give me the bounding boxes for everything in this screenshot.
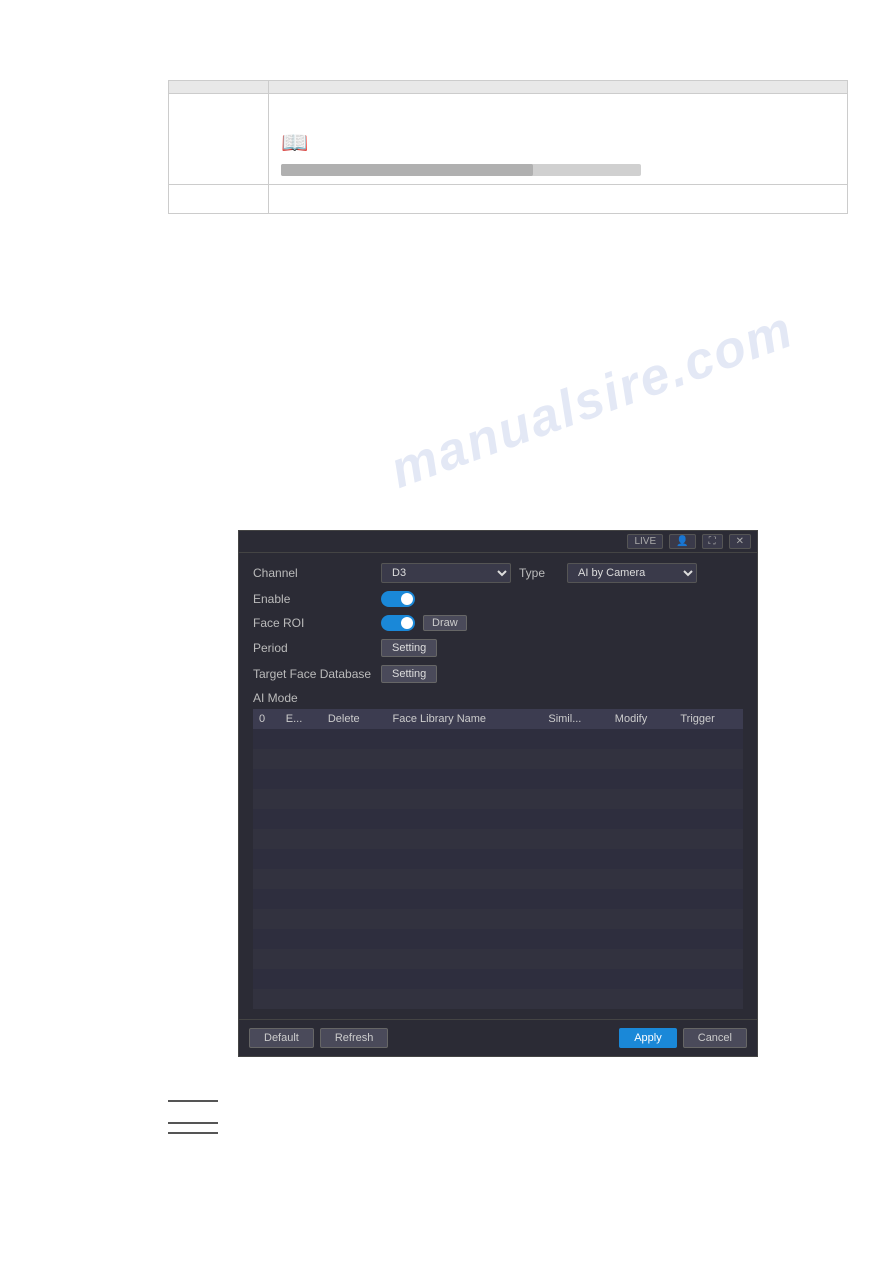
- table-row: [253, 729, 743, 749]
- col-header-delete: Delete: [322, 709, 387, 729]
- table-row-2: [169, 184, 847, 213]
- dialog-footer: Default Refresh Apply Cancel: [239, 1019, 757, 1056]
- table-row: [253, 769, 743, 789]
- target-face-database-label: Target Face Database: [253, 667, 373, 681]
- table-row: [253, 889, 743, 909]
- channel-type-row: Channel D3 Type AI by Camera: [253, 563, 743, 583]
- face-roi-toggle[interactable]: [381, 615, 415, 631]
- table-header: 0 E... Delete Face Library Name Simil...…: [253, 709, 743, 729]
- col-header-modify: Modify: [609, 709, 675, 729]
- face-library-table: 0 E... Delete Face Library Name Simil...…: [253, 709, 743, 1009]
- type-select[interactable]: AI by Camera: [567, 563, 697, 583]
- period-label: Period: [253, 641, 373, 655]
- cancel-button[interactable]: Cancel: [683, 1028, 747, 1048]
- enable-toggle[interactable]: [381, 591, 415, 607]
- default-button[interactable]: Default: [249, 1028, 314, 1048]
- table-row: [253, 849, 743, 869]
- target-face-database-setting-button[interactable]: Setting: [381, 665, 437, 683]
- close-icon-btn[interactable]: ✕: [729, 534, 751, 549]
- header-col1: [169, 81, 269, 93]
- progress-bar-fill: [281, 164, 533, 176]
- row2-col2: [269, 185, 847, 213]
- face-roi-row: Face ROI Draw: [253, 615, 743, 631]
- channel-select[interactable]: D3: [381, 563, 511, 583]
- row1-col1: [169, 94, 269, 184]
- draw-button[interactable]: Draw: [423, 615, 467, 631]
- table-row: [253, 789, 743, 809]
- enable-label: Enable: [253, 592, 373, 606]
- table-row: [253, 909, 743, 929]
- period-row: Period Setting: [253, 639, 743, 657]
- bottom-section: [168, 1100, 218, 1142]
- row2-col1: [169, 185, 269, 213]
- table-row: [253, 929, 743, 949]
- face-recognition-dialog: LIVE 👤 ⛶ ✕ Channel D3 Type AI by Camera …: [238, 530, 758, 1057]
- progress-bar: [281, 164, 641, 176]
- bottom-line-3: [168, 1132, 218, 1134]
- row1-col2: 📖: [269, 94, 847, 184]
- header-col2: [269, 81, 847, 93]
- col-header-trigger: Trigger: [674, 709, 743, 729]
- dialog-body: Channel D3 Type AI by Camera Enable Face…: [239, 553, 757, 1019]
- bottom-line-1: [168, 1100, 218, 1102]
- table-header-row: [169, 81, 847, 93]
- top-table: 📖: [168, 80, 848, 214]
- watermark: manualsire.com: [383, 299, 802, 500]
- bottom-line-2: [168, 1122, 218, 1124]
- face-roi-label: Face ROI: [253, 616, 373, 630]
- ai-mode-label: AI Mode: [253, 691, 743, 705]
- dialog-topbar: LIVE 👤 ⛶ ✕: [239, 531, 757, 553]
- apply-button[interactable]: Apply: [619, 1028, 677, 1048]
- maximize-icon-btn[interactable]: ⛶: [702, 534, 723, 549]
- channel-label: Channel: [253, 566, 373, 580]
- type-label: Type: [519, 566, 559, 580]
- table-row-1: 📖: [169, 93, 847, 184]
- table-row: [253, 809, 743, 829]
- col-header-0: 0: [253, 709, 280, 729]
- person-icon-btn[interactable]: 👤: [669, 534, 695, 549]
- table-row: [253, 969, 743, 989]
- table-row: [253, 829, 743, 849]
- period-setting-button[interactable]: Setting: [381, 639, 437, 657]
- book-icon: 📖: [281, 130, 835, 156]
- col-header-face-library-name: Face Library Name: [387, 709, 543, 729]
- refresh-button[interactable]: Refresh: [320, 1028, 389, 1048]
- table-row: [253, 989, 743, 1009]
- enable-row: Enable: [253, 591, 743, 607]
- col-header-enabled: E...: [280, 709, 322, 729]
- table-row: [253, 949, 743, 969]
- col-header-similarity: Simil...: [542, 709, 608, 729]
- table-row: [253, 749, 743, 769]
- table-row: [253, 869, 743, 889]
- live-badge: LIVE: [627, 534, 663, 549]
- target-face-database-row: Target Face Database Setting: [253, 665, 743, 683]
